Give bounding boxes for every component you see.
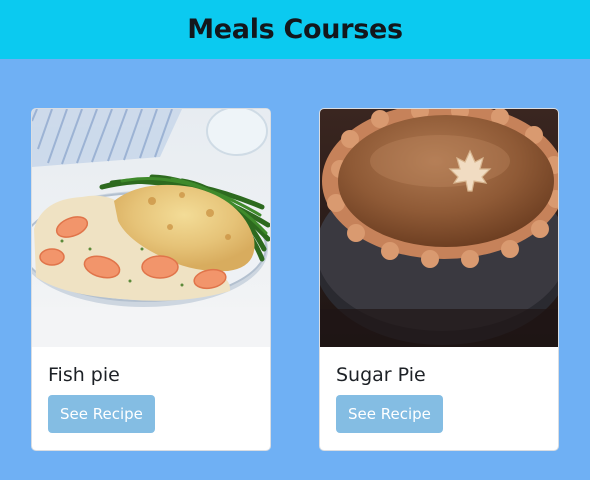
recipe-card-sugar-pie: Sugar Pie See Recipe xyxy=(319,108,559,451)
page-header: Meals Courses xyxy=(0,0,590,59)
fish-pie-image xyxy=(32,109,270,347)
see-recipe-button[interactable]: See Recipe xyxy=(336,395,443,433)
recipe-card-fish-pie: Fish pie See Recipe xyxy=(31,108,271,451)
card-title: Sugar Pie xyxy=(336,364,426,386)
see-recipe-button[interactable]: See Recipe xyxy=(48,395,155,433)
card-title: Fish pie xyxy=(48,364,120,386)
page-title: Meals Courses xyxy=(187,14,403,45)
sugar-pie-image xyxy=(320,109,558,347)
